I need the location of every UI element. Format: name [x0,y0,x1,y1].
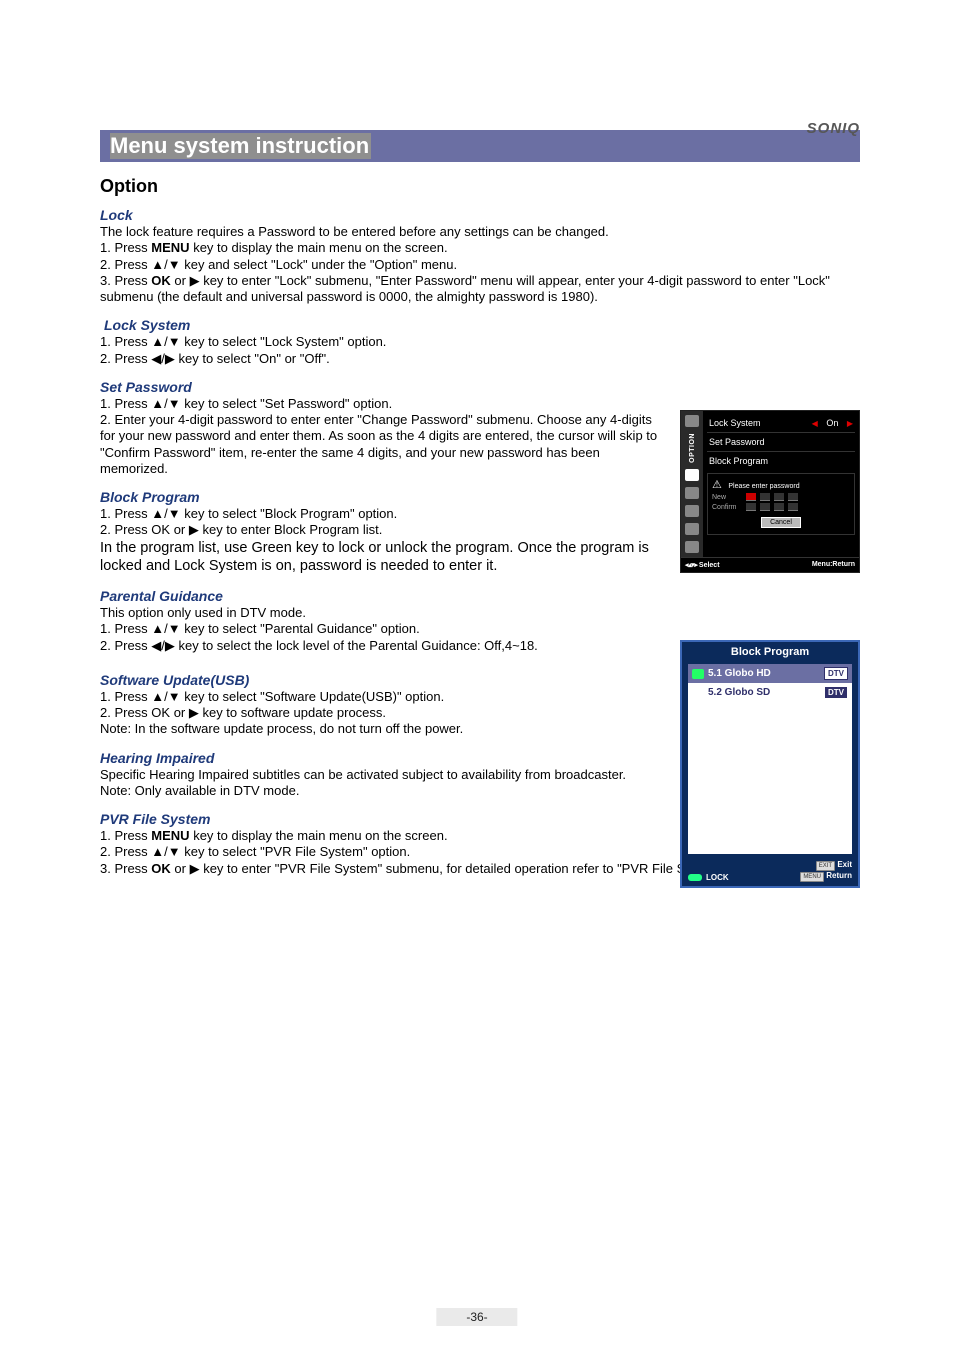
tab-icon[interactable] [685,487,699,499]
section-banner: Menu system instruction [100,130,860,162]
lock-system-step1: 1. Press ▲/▼ key to select "Lock System"… [100,334,860,350]
password-slot[interactable] [774,503,784,511]
menu-key-label: MENU [151,828,189,843]
password-dialog: ⚠ Please enter password New Confirm [707,473,855,535]
password-slot[interactable] [788,503,798,511]
parental-title: Parental Guidance [100,588,860,604]
dialog-message: Please enter password [728,483,799,490]
parental-step1: 1. Press ▲/▼ key to select "Parental Gui… [100,621,860,637]
menu-row-set-password[interactable]: Set Password [707,434,855,450]
osd2-title: Block Program [682,642,858,662]
password-slot[interactable] [788,493,798,501]
section-block-program: Block Program 1. Press ▲/▼ key to select… [100,489,660,576]
program-row[interactable]: 5.2 Globo SD DTV [688,683,852,702]
lock-system-step2: 2. Press ◀/▶ key to select "On" or "Off"… [100,351,860,367]
lock-step3-a: 3. Press [100,273,151,288]
tab-icon[interactable] [685,415,699,427]
pvr-step1-a: 1. Press [100,828,151,843]
block-program-step1: 1. Press ▲/▼ key to select "Block Progra… [100,506,660,522]
tab-icon[interactable] [685,469,699,481]
ok-key-label: OK [151,273,171,288]
lock-step1-a: 1. Press [100,240,151,255]
lock-step3: 3. Press OK or ▶ key to enter "Lock" sub… [100,273,860,306]
section-lock-system: Lock System 1. Press ▲/▼ key to select "… [100,317,860,367]
swap-icon [692,669,704,679]
confirm-password-line: Confirm [712,503,850,511]
osd2-footer: LOCK EXIT Exit MENU Return [682,856,858,886]
lock-step1-b: key to display the main menu on the scre… [190,240,448,255]
option-heading: Option [100,176,860,197]
menu-key-icon: MENU [800,872,824,882]
dtv-badge: DTV [824,686,848,699]
lock-step2: 2. Press ▲/▼ key and select "Lock" under… [100,257,860,273]
set-password-title: Set Password [100,379,660,395]
nav-arrows-icon: ◂ ▴▾ ▸ [685,562,697,569]
footer-menu-return: Menu:Return [812,561,855,569]
lock-system-title: Lock System [100,317,860,333]
menu-row-lock-system[interactable]: Lock System ◀ On ▶ [707,415,855,431]
program-name: 5.1 Globo HD [704,668,824,679]
row-value: On [826,418,838,428]
osd-block-program: Block Program 5.1 Globo HD DTV 5.2 Globo… [680,640,860,888]
exit-key-icon: EXIT [816,861,835,871]
osd-tab-strip: OPTION [681,411,703,557]
exit-label: Exit [837,860,852,869]
section-lock: Lock The lock feature requires a Passwor… [100,207,860,305]
tab-icon[interactable] [685,523,699,535]
block-program-title: Block Program [100,489,660,505]
return-label: Return [826,871,852,880]
block-program-step2: 2. Press OK or ▶ key to enter Block Prog… [100,522,660,538]
pvr-step3-a: 3. Press [100,861,151,876]
cancel-button[interactable]: Cancel [761,517,801,528]
footer-select: Select [699,562,720,569]
lock-title: Lock [100,207,860,223]
brand-logo: SONIQ [807,120,860,137]
osd-footer: ◂ ▴▾ ▸ Select Menu:Return [681,557,859,572]
osd-option-lock: OPTION Lock System ◀ On ▶ S [680,410,860,573]
tab-icon[interactable] [685,541,699,553]
lock-intro: The lock feature requires a Password to … [100,224,860,240]
password-slot[interactable] [746,493,756,501]
pvr-step1-b: key to display the main menu on the scre… [190,828,448,843]
green-key-icon [688,874,702,881]
banner-text: Menu system instruction [110,133,371,159]
page-number: -36- [436,1308,517,1326]
parental-line0: This option only used in DTV mode. [100,605,860,621]
program-name: 5.2 Globo SD [704,687,824,698]
set-password-step1: 1. Press ▲/▼ key to select "Set Password… [100,396,660,412]
block-program-para: In the program list, use Green key to lo… [100,539,660,577]
ok-key-label: OK [151,861,171,876]
new-password-line: New [712,493,850,501]
lock-label: LOCK [706,873,729,882]
row-label: Lock System [709,418,761,428]
program-list: 5.1 Globo HD DTV 5.2 Globo SD DTV [688,664,852,854]
lock-step3-b: or ▶ key to enter "Lock" submenu, "Enter… [100,273,830,304]
password-slot[interactable] [760,503,770,511]
confirm-label: Confirm [712,504,742,511]
left-arrow-icon[interactable]: ◀ [812,419,818,428]
lock-step1: 1. Press MENU key to display the main me… [100,240,860,256]
warning-icon: ⚠ [712,478,722,491]
password-slot[interactable] [760,493,770,501]
tab-icon[interactable] [685,505,699,517]
password-slot[interactable] [746,503,756,511]
row-label: Block Program [709,456,768,466]
dtv-badge: DTV [824,667,848,680]
password-slot[interactable] [774,493,784,501]
menu-row-block-program[interactable]: Block Program [707,453,855,469]
row-label: Set Password [709,437,765,447]
program-row[interactable]: 5.1 Globo HD DTV [688,664,852,683]
right-arrow-icon[interactable]: ▶ [847,419,853,428]
set-password-step2: 2. Enter your 4-digit password to enter … [100,412,660,477]
menu-key-label: MENU [151,240,189,255]
section-set-password: Set Password 1. Press ▲/▼ key to select … [100,379,660,477]
tab-label-option: OPTION [689,433,696,463]
new-label: New [712,494,742,501]
